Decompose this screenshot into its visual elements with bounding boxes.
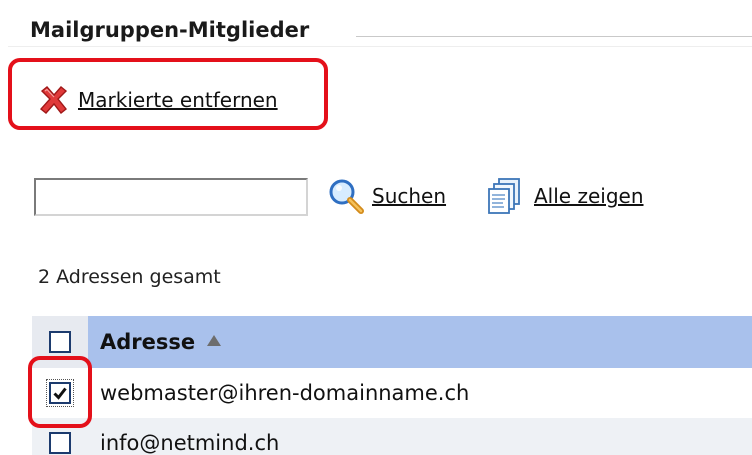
address-count: 2 Adressen gesamt xyxy=(38,266,221,288)
title-divider xyxy=(356,36,752,37)
search-label: Suchen xyxy=(372,184,447,208)
table-header-row: Adresse xyxy=(32,316,752,368)
magnifier-icon xyxy=(329,179,364,214)
column-header-address[interactable]: Adresse xyxy=(88,316,752,368)
table-row[interactable]: info@netmind.ch xyxy=(32,418,752,455)
sort-ascending-icon xyxy=(207,334,222,346)
show-all-button[interactable]: Alle zeigen xyxy=(486,176,644,216)
documents-icon xyxy=(488,178,520,214)
cell-address: webmaster@ihren-domainname.ch xyxy=(100,381,470,405)
search-input[interactable] xyxy=(34,178,308,216)
cell-address: info@netmind.ch xyxy=(100,431,280,455)
row-checkbox[interactable] xyxy=(49,432,71,454)
highlight-row-checkbox xyxy=(28,356,92,428)
table-row[interactable]: webmaster@ihren-domainname.ch xyxy=(32,368,752,418)
members-table: Adresse webmaster@ihren-domainname.ch in… xyxy=(32,316,752,455)
show-all-label: Alle zeigen xyxy=(534,184,644,208)
search-button[interactable]: Suchen xyxy=(326,176,446,216)
section-title: Mailgruppen-Mitglieder xyxy=(30,18,310,42)
mailgroup-members-panel: Mailgruppen-Mitglieder Markierte entfern… xyxy=(0,0,752,455)
column-header-address-label: Adresse xyxy=(100,330,196,354)
select-all-checkbox[interactable] xyxy=(49,331,71,353)
highlight-remove-action xyxy=(8,58,328,130)
title-shadow-divider xyxy=(8,46,752,47)
